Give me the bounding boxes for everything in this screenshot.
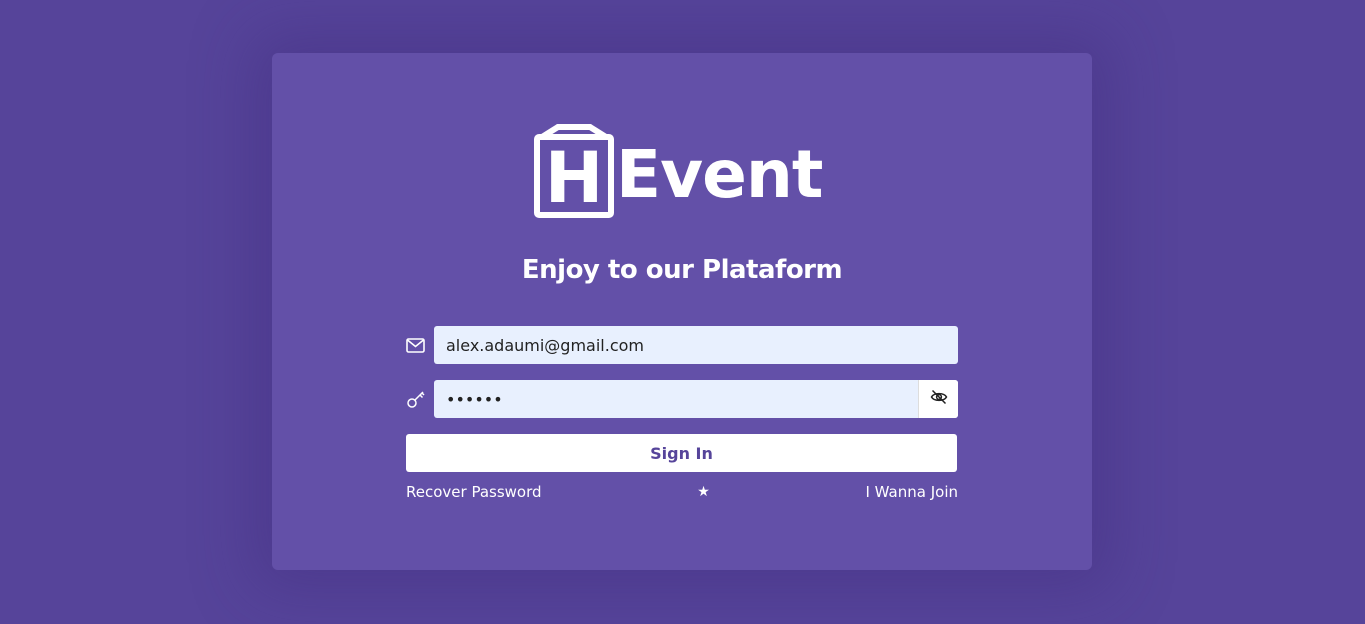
logo-letter: H [544,137,604,219]
star-separator: ★ [697,484,710,500]
login-card: H Event Enjoy to our Plataform alex.adau… [272,53,1092,570]
key-icon [406,380,434,418]
password-row [406,380,958,418]
password-field[interactable] [434,380,918,418]
brand-logo: H Event [534,123,834,218]
email-field[interactable] [434,326,958,364]
email-field-wrapper [434,326,958,364]
toggle-password-button[interactable] [918,380,958,418]
logo-box-icon: H [534,124,614,218]
eye-slash-icon [930,389,948,409]
password-field-wrapper [434,380,958,418]
page-title: Enjoy to our Plataform [521,255,843,285]
footer-links: Recover Password ★ I Wanna Join [406,481,958,503]
join-link[interactable]: I Wanna Join [865,483,958,501]
email-row [406,326,958,364]
envelope-icon [406,326,434,364]
recover-password-link[interactable]: Recover Password [406,483,542,501]
logo-text: Event [616,136,823,213]
sign-in-button[interactable]: Sign In [406,434,957,472]
